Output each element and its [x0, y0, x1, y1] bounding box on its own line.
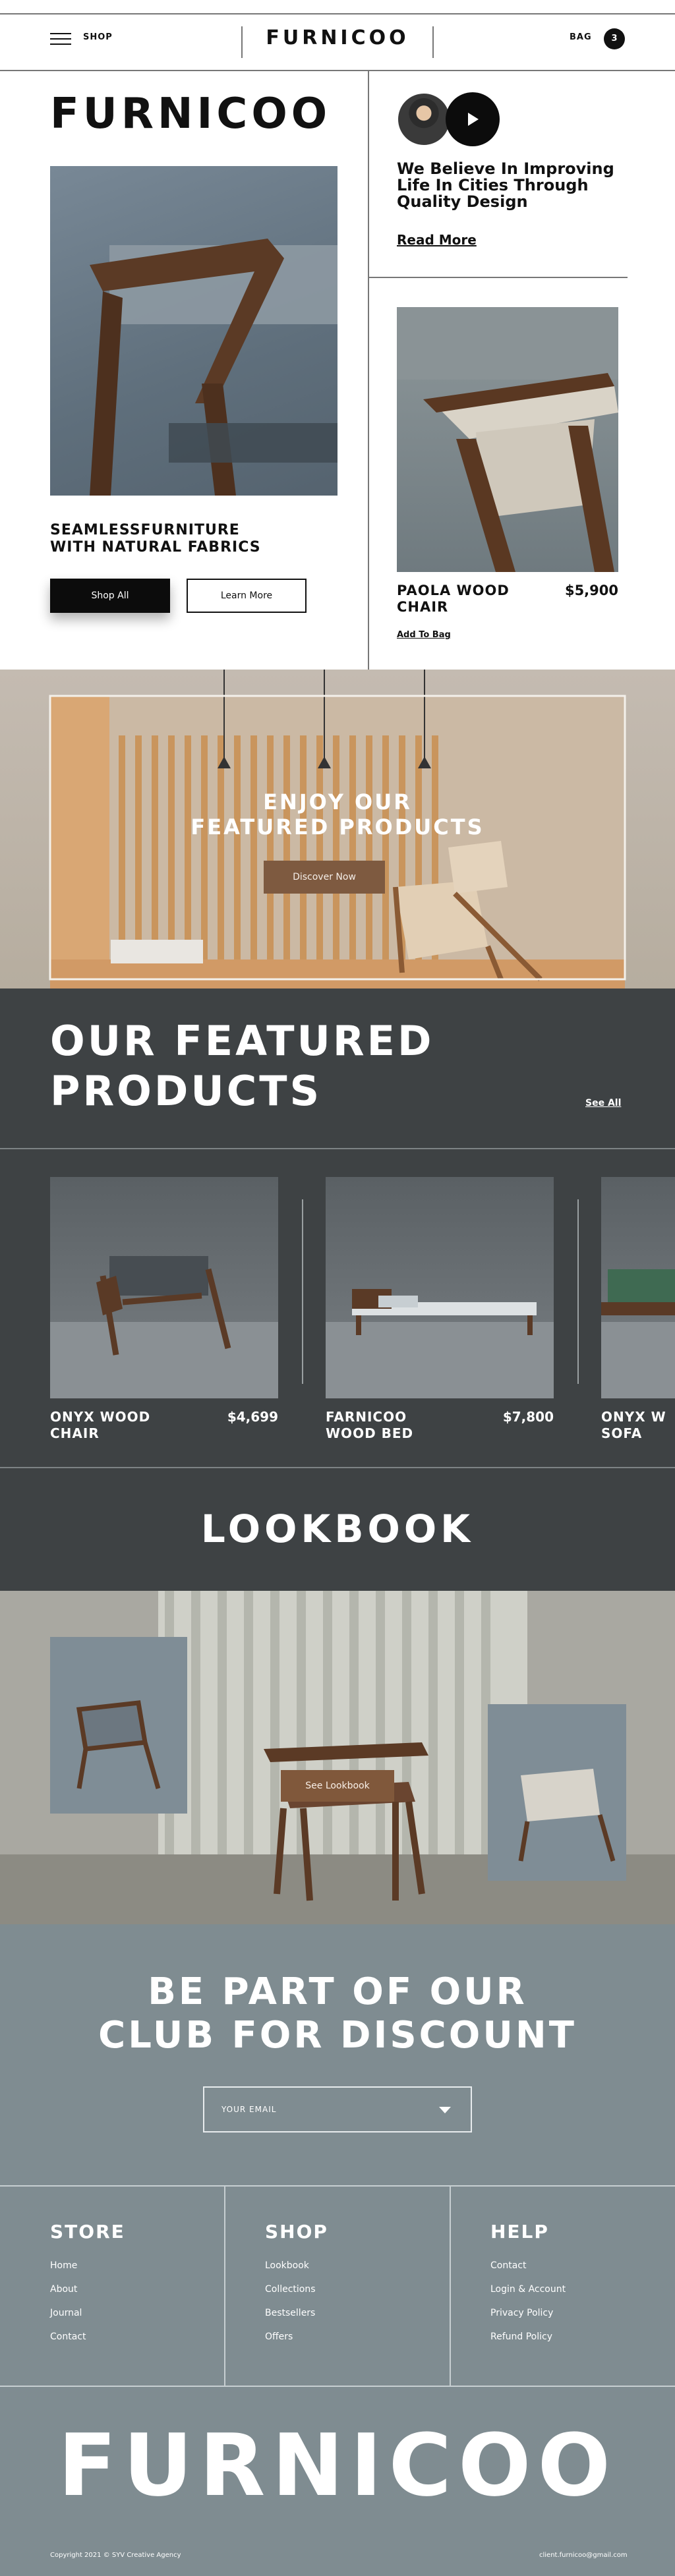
product-card-image[interactable] — [50, 1177, 278, 1398]
footer-link-journal[interactable]: Journal — [50, 2308, 82, 2318]
product-name-line1: ONYX W — [601, 1409, 666, 1425]
footer-link-lookbook[interactable]: Lookbook — [265, 2260, 309, 2271]
play-video-button[interactable] — [446, 92, 500, 146]
site-footer — [0, 2187, 675, 2576]
footer-link-privacy[interactable]: Privacy Policy — [490, 2308, 553, 2318]
footer-heading-shop: SHOP — [265, 2221, 328, 2243]
header-top-rule — [0, 13, 675, 14]
footer-link-login[interactable]: Login & Account — [490, 2284, 566, 2295]
footer-link-bestsellers[interactable]: Bestsellers — [265, 2308, 315, 2318]
banner-title-line2: FEATURED PRODUCTS — [191, 815, 484, 840]
footer-column-divider — [450, 2187, 451, 2386]
spotlight-name-line1: PAOLA WOOD — [397, 583, 510, 598]
footer-rule-mid — [0, 2386, 675, 2387]
hero-tagline-line1: SEAMLESSFURNITURE — [50, 522, 240, 538]
paola-chair-image[interactable] — [397, 307, 618, 572]
footer-link-offers[interactable]: Offers — [265, 2332, 293, 2342]
lookbook-title: LOOKBOOK — [200, 1506, 475, 1551]
lookbook-scene-image — [0, 1591, 675, 1924]
header-bottom-rule — [0, 70, 675, 71]
spotlight-price: $5,900 — [564, 583, 618, 598]
club-title-line1: BE PART OF OUR — [148, 1970, 527, 2013]
footer-logo: FURNICOO — [57, 2415, 618, 2515]
featured-rule-top — [0, 1148, 675, 1149]
product-name-line2: CHAIR — [50, 1425, 100, 1441]
about-line1: We Believe In Improving — [397, 159, 614, 178]
header-divider-right — [432, 26, 434, 58]
hero-tagline-line2: WITH NATURAL FABRICS — [50, 539, 261, 556]
footer-link-about[interactable]: About — [50, 2284, 77, 2295]
product-card-image[interactable] — [326, 1177, 554, 1398]
read-more-link[interactable]: Read More — [397, 232, 477, 248]
product-name-line2: WOOD BED — [326, 1425, 414, 1441]
footer-rule-top — [0, 2185, 675, 2187]
avatar — [397, 92, 451, 146]
footer-heading-help: HELP — [490, 2221, 549, 2243]
footer-link-contact[interactable]: Contact — [50, 2332, 86, 2342]
featured-title-line2: PRODUCTS — [50, 1067, 322, 1115]
product-name: ONYX W SOFA — [601, 1409, 675, 1442]
hero-vertical-divider — [368, 71, 369, 670]
product-name: FARNICOO WOOD BED — [326, 1409, 457, 1442]
product-card-image[interactable] — [601, 1177, 675, 1398]
product-price: $7,800 — [502, 1409, 554, 1425]
footer-link-contact-help[interactable]: Contact — [490, 2260, 526, 2271]
product-name-line2: SOFA — [601, 1425, 643, 1441]
shop-all-button[interactable]: Shop All — [50, 579, 170, 613]
featured-title-line1: OUR FEATURED — [50, 1017, 434, 1065]
product-name-line1: FARNICOO — [326, 1409, 407, 1425]
product-name: ONYX WOOD CHAIR — [50, 1409, 182, 1442]
footer-link-refund[interactable]: Refund Policy — [490, 2332, 552, 2342]
hero-chair-image — [50, 166, 338, 496]
banner-title: ENJOY OUR FEATURED PRODUCTS — [0, 789, 675, 840]
hero-logo: FURNICOO — [50, 90, 332, 138]
see-all-link[interactable]: See All — [585, 1098, 621, 1108]
spotlight-product-name: PAOLA WOOD CHAIR — [397, 583, 535, 615]
about-statement: We Believe In Improving Life In Cities T… — [397, 161, 634, 210]
nav-bag-link[interactable]: BAG — [570, 32, 592, 42]
footer-heading-store: STORE — [50, 2221, 125, 2243]
club-title-line2: CLUB FOR DISCOUNT — [98, 2014, 577, 2057]
about-line3: Quality Design — [397, 192, 528, 211]
hero-tagline: SEAMLESSFURNITURE WITH NATURAL FABRICS — [50, 522, 261, 556]
featured-products-title: OUR FEATURED PRODUCTS — [50, 1016, 434, 1116]
spotlight-name-line2: CHAIR — [397, 599, 449, 615]
play-icon — [468, 113, 479, 126]
discover-now-button[interactable]: Discover Now — [264, 861, 385, 894]
site-header: SHOP FURNICOO BAG 3 — [0, 0, 675, 71]
about-rule — [368, 277, 628, 278]
add-to-bag-link[interactable]: Add To Bag — [397, 630, 451, 640]
copyright-text: Copyright 2021 © SYV Creative Agency — [50, 2552, 181, 2559]
footer-link-collections[interactable]: Collections — [265, 2284, 316, 2295]
product-price: $4,699 — [227, 1409, 278, 1425]
club-title: BE PART OF OUR CLUB FOR DISCOUNT — [0, 1970, 675, 2057]
product-card-separator — [302, 1199, 303, 1384]
footer-link-home[interactable]: Home — [50, 2260, 77, 2271]
bag-count-badge[interactable]: 3 — [604, 28, 625, 49]
footer-column-divider — [224, 2187, 225, 2386]
see-lookbook-button[interactable]: See Lookbook — [281, 1770, 394, 1802]
about-line2: Life In Cities Through — [397, 176, 589, 194]
email-placeholder: YOUR EMAIL — [221, 2105, 277, 2114]
learn-more-button[interactable]: Learn More — [187, 579, 307, 613]
product-name-line1: ONYX WOOD — [50, 1409, 151, 1425]
product-card-separator — [577, 1199, 579, 1384]
banner-title-line1: ENJOY OUR — [263, 789, 412, 815]
contact-email[interactable]: client.furnicoo@gmail.com — [539, 2552, 628, 2559]
chevron-down-icon[interactable] — [439, 2107, 451, 2113]
